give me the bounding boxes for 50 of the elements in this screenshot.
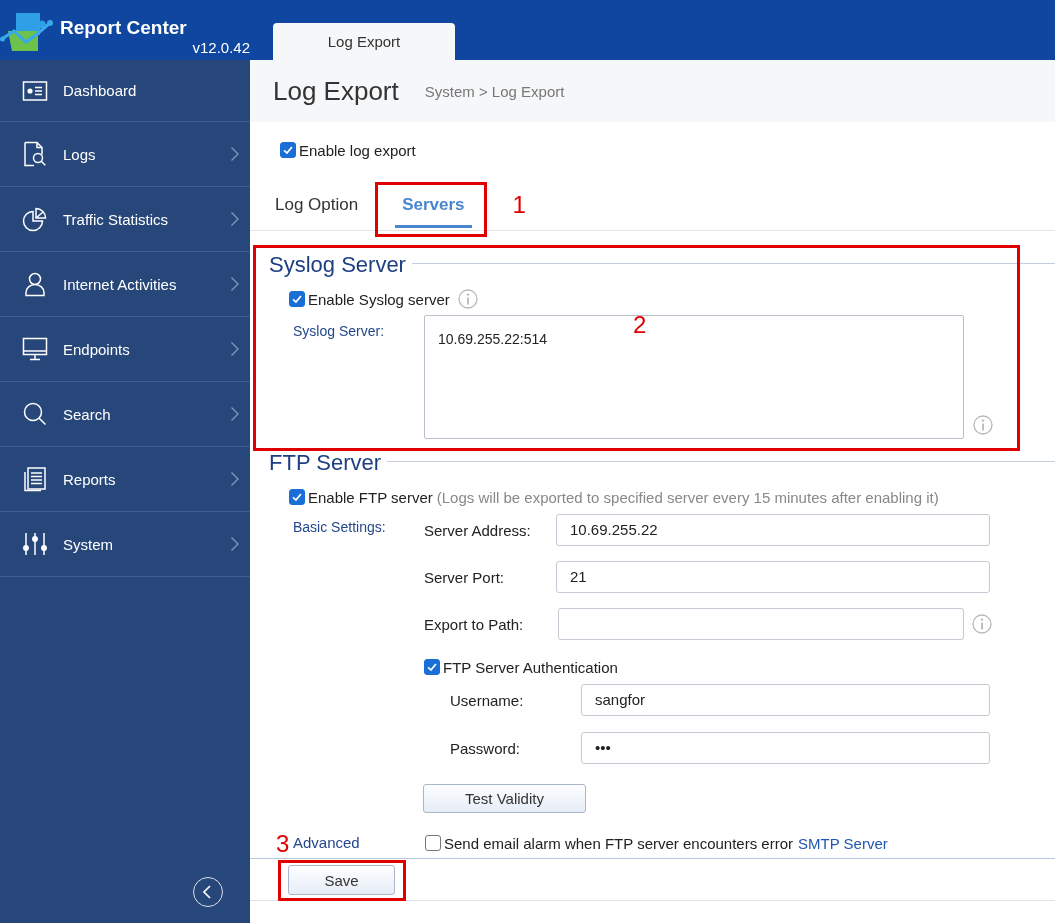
info-icon bbox=[973, 415, 993, 435]
field-label: Server Port: bbox=[424, 568, 506, 586]
field-label: Username: bbox=[450, 691, 525, 709]
checkbox-label: Enable FTP server bbox=[308, 488, 433, 506]
breadcrumb: System > Log Export bbox=[424, 82, 565, 100]
app-name: Report Center bbox=[60, 17, 187, 39]
field-label: Syslog Server: bbox=[293, 322, 386, 341]
checkbox[interactable] bbox=[280, 142, 296, 158]
group-label: Basic Settings: bbox=[293, 518, 387, 537]
logo-icon bbox=[0, 11, 56, 53]
input-field[interactable]: 10.69.255.22 bbox=[556, 514, 990, 546]
checkbox-label: Enable log export bbox=[299, 141, 416, 159]
input-field[interactable]: ••• bbox=[581, 732, 990, 764]
input-field[interactable]: 21 bbox=[556, 561, 990, 593]
search-icon bbox=[22, 401, 48, 427]
checkbox-label: Enable Syslog server bbox=[308, 290, 450, 308]
app-version: v12.0.42 bbox=[192, 39, 250, 57]
documents-icon bbox=[22, 466, 48, 492]
pie-chart-icon bbox=[22, 206, 48, 232]
document-search-icon bbox=[22, 141, 48, 167]
test-validity-button[interactable]: Test Validity bbox=[423, 784, 586, 813]
checkbox[interactable] bbox=[424, 659, 440, 675]
sliders-icon bbox=[22, 531, 48, 557]
section-title: FTP Server bbox=[269, 449, 382, 477]
save-button[interactable]: Save bbox=[288, 865, 395, 895]
field-label: Export to Path: bbox=[424, 615, 525, 633]
checkbox[interactable] bbox=[289, 291, 305, 307]
page-title: Log Export bbox=[273, 75, 399, 107]
callout-number: 2 bbox=[633, 313, 647, 337]
checkbox[interactable] bbox=[289, 489, 305, 505]
group-label: Advanced bbox=[293, 833, 361, 853]
input-field[interactable] bbox=[558, 608, 964, 640]
info-icon bbox=[457, 289, 478, 309]
checkbox-label: FTP Server Authentication bbox=[443, 658, 618, 676]
field-label: Password: bbox=[450, 739, 522, 757]
checkbox[interactable] bbox=[425, 835, 441, 851]
hint-text: (Logs will be exported to specified server every 15 minutes after enabling it) bbox=[436, 488, 939, 506]
page-tab[interactable]: Log Export bbox=[273, 23, 455, 60]
input-field[interactable]: sangfor bbox=[581, 684, 990, 716]
callout-number: 3 bbox=[276, 832, 290, 856]
user-icon bbox=[22, 271, 48, 297]
tab[interactable]: Servers bbox=[395, 182, 472, 228]
callout-number: 1 bbox=[512, 193, 526, 217]
chevron-left-icon bbox=[203, 885, 211, 899]
smtp-server-link[interactable]: SMTP Server bbox=[798, 834, 888, 852]
checkbox-label: Send email alarm when FTP server encounters error bbox=[444, 834, 794, 852]
section-title: Syslog Server bbox=[269, 251, 406, 279]
monitor-icon bbox=[22, 336, 48, 362]
field-label: Server Address: bbox=[424, 521, 532, 539]
tab[interactable]: Log Option bbox=[268, 182, 366, 228]
